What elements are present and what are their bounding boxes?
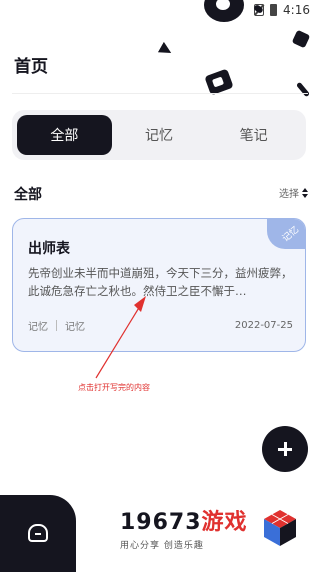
cube-logo-icon bbox=[264, 510, 296, 546]
add-note-button[interactable] bbox=[262, 426, 308, 472]
bottom-nav bbox=[0, 495, 76, 572]
plus-icon bbox=[278, 442, 292, 456]
annotation-text: 点击打开写完的内容 bbox=[78, 383, 150, 392]
annotation-arrow-head bbox=[134, 296, 146, 312]
watermark-number: 19673 bbox=[120, 510, 202, 535]
annotation-arrow-line bbox=[95, 305, 141, 379]
watermark-brand: 游戏 bbox=[201, 510, 248, 535]
watermark-title: 19673游戏 bbox=[120, 504, 248, 536]
home-nav-button[interactable] bbox=[20, 515, 56, 551]
annotation-arrow bbox=[95, 296, 146, 379]
watermark-tagline: 用心分享 创造乐趣 bbox=[120, 541, 204, 551]
home-icon bbox=[28, 524, 48, 542]
watermark-logo: 19673游戏 用心分享 创造乐趣 bbox=[120, 504, 296, 551]
